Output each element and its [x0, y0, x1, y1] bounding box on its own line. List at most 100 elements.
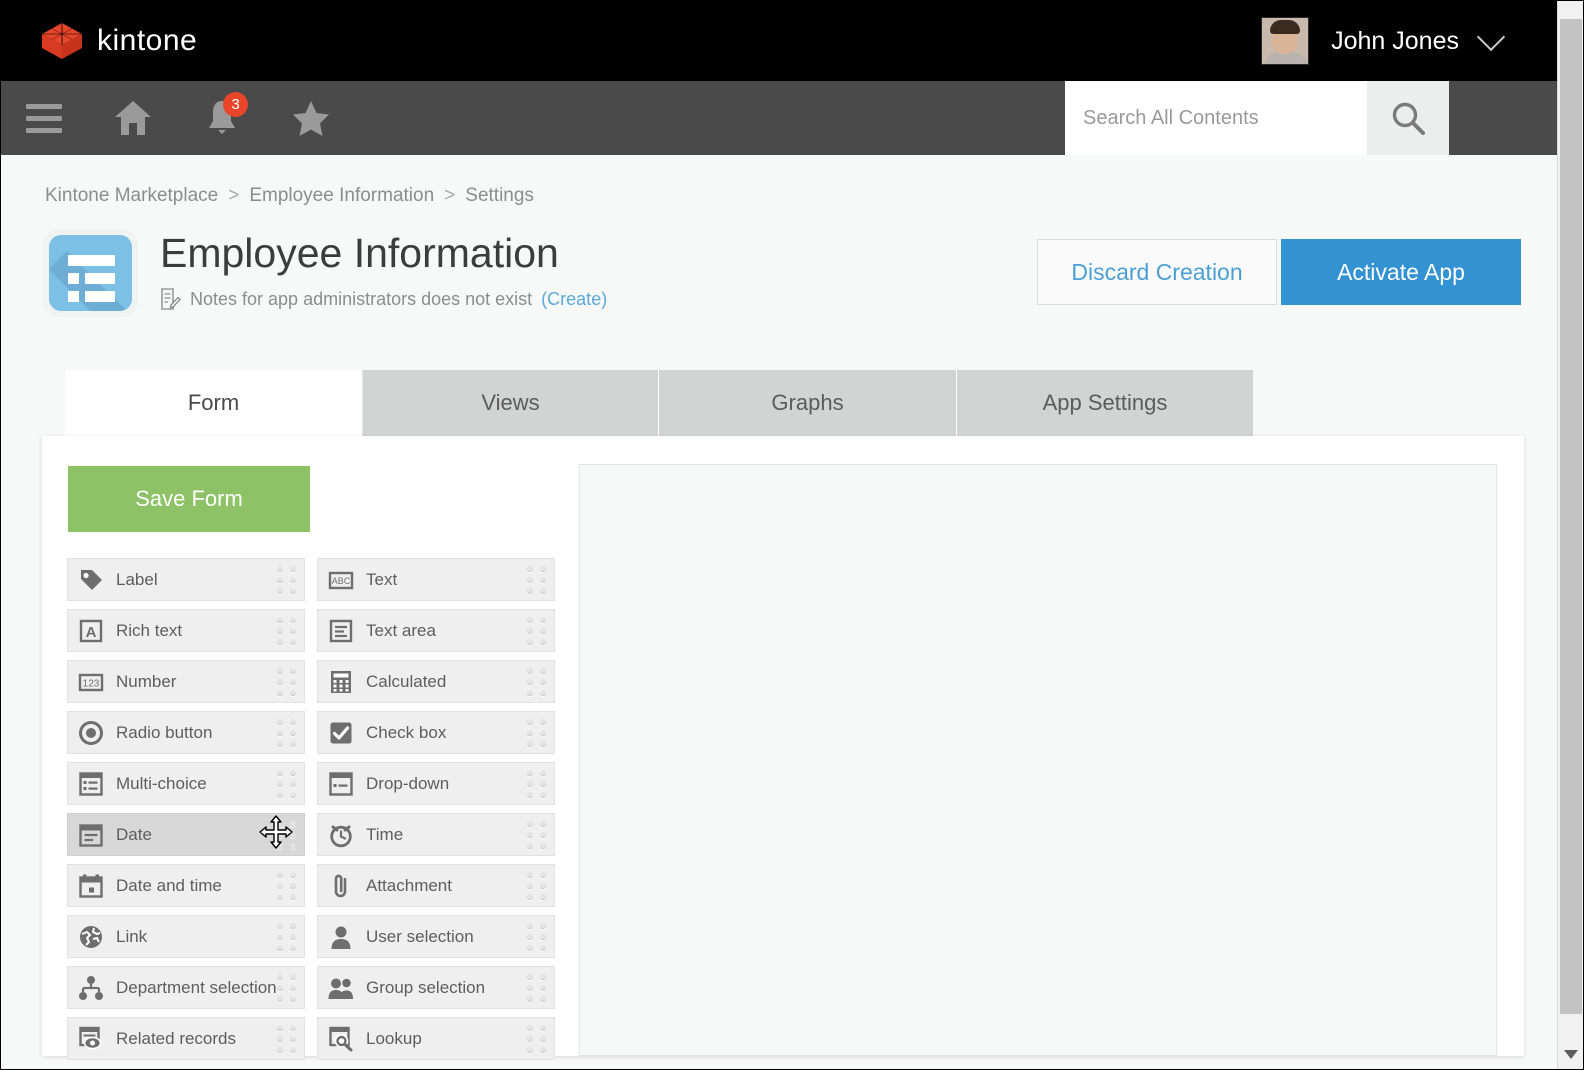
field-label-text: Lookup: [366, 1029, 422, 1049]
field-item-date[interactable]: Date: [67, 813, 305, 856]
abc-text-icon: ABC: [328, 567, 354, 593]
field-item-rich-text[interactable]: A Rich text: [67, 609, 305, 652]
notes-create-link[interactable]: (Create): [541, 289, 607, 310]
tab-app-settings[interactable]: App Settings: [957, 370, 1253, 436]
avatar[interactable]: [1261, 17, 1309, 65]
form-editor-panel: Save Form Label ABC: [42, 436, 1524, 1056]
field-item-user-selection[interactable]: User selection: [317, 915, 555, 958]
form-canvas[interactable]: [579, 464, 1497, 1056]
field-label-text: Number: [116, 672, 176, 692]
field-label-text: Text: [366, 570, 397, 590]
user-icon: [328, 924, 354, 950]
breadcrumb-item-marketplace[interactable]: Kintone Marketplace: [45, 185, 218, 207]
discard-creation-button[interactable]: Discard Creation: [1037, 239, 1277, 305]
drag-handle-dots-icon[interactable]: [527, 1025, 546, 1053]
tab-views[interactable]: Views: [363, 370, 659, 436]
field-item-number[interactable]: 123 Number: [67, 660, 305, 703]
scrollbar-thumb[interactable]: [1560, 19, 1582, 1014]
svg-text:ABC: ABC: [332, 576, 351, 586]
drag-handle-dots-icon[interactable]: [277, 770, 296, 798]
drag-handle-dots-icon[interactable]: [277, 668, 296, 696]
field-label-text: Drop-down: [366, 774, 449, 794]
field-item-group-selection[interactable]: Group selection: [317, 966, 555, 1009]
svg-text:123: 123: [83, 678, 100, 689]
field-item-link[interactable]: Link: [67, 915, 305, 958]
field-item-drop-down[interactable]: Drop-down: [317, 762, 555, 805]
drag-handle-dots-icon[interactable]: [277, 1025, 296, 1053]
scroll-down-arrow-icon[interactable]: [1564, 1050, 1578, 1059]
drag-handle-dots-icon[interactable]: [527, 923, 546, 951]
field-label-text: Check box: [366, 723, 446, 743]
drag-handle-dots-icon[interactable]: [277, 719, 296, 747]
bell-icon[interactable]: 3: [194, 90, 250, 146]
tab-form[interactable]: Form: [65, 370, 363, 436]
field-label-text: Time: [366, 825, 403, 845]
org-chart-icon: [78, 975, 104, 1001]
calendar-clock-icon: [78, 873, 104, 899]
drag-handle-dots-icon[interactable]: [277, 566, 296, 594]
field-item-attachment[interactable]: Attachment: [317, 864, 555, 907]
lookup-magnifier-icon: [328, 1026, 354, 1052]
brand-logo[interactable]: kintone: [41, 22, 197, 60]
globe-icon: [78, 924, 104, 950]
field-item-radio-button[interactable]: Radio button: [67, 711, 305, 754]
drag-handle-dots-icon[interactable]: [527, 974, 546, 1002]
clock-icon: [328, 822, 354, 848]
kintone-cube-logo-icon: [41, 22, 83, 60]
field-label-text: Date: [116, 825, 152, 845]
breadcrumb-separator: >: [228, 185, 239, 207]
search-button[interactable]: [1367, 81, 1449, 155]
hamburger-menu-icon[interactable]: [16, 90, 72, 146]
tab-graphs[interactable]: Graphs: [659, 370, 957, 436]
field-label-text: Rich text: [116, 621, 182, 641]
drag-handle-dots-icon[interactable]: [527, 617, 546, 645]
activate-app-button[interactable]: Activate App: [1281, 239, 1521, 305]
field-item-multi-choice[interactable]: Multi-choice: [67, 762, 305, 805]
field-palette: Label ABC Text A: [67, 558, 557, 1060]
svg-text:A: A: [86, 624, 97, 641]
drag-handle-dots-icon[interactable]: [527, 872, 546, 900]
field-label-text: Radio button: [116, 723, 212, 743]
field-item-related-records[interactable]: Related records: [67, 1017, 305, 1060]
drag-handle-dots-icon[interactable]: [527, 821, 546, 849]
app-header: Employee Information Notes for app admin…: [43, 229, 607, 317]
vertical-scrollbar[interactable]: [1557, 1, 1583, 1069]
field-item-check-box[interactable]: Check box: [317, 711, 555, 754]
star-icon[interactable]: [283, 90, 339, 146]
radio-button-icon: [78, 720, 104, 746]
app-list-icon: [43, 229, 138, 317]
number-123-icon: 123: [78, 669, 104, 695]
top-bar: kintone John Jones: [1, 1, 1559, 81]
field-item-text[interactable]: ABC Text: [317, 558, 555, 601]
chevron-down-icon[interactable]: [1477, 23, 1505, 51]
field-item-calculated[interactable]: Calculated: [317, 660, 555, 703]
drag-handle-dots-icon[interactable]: [277, 617, 296, 645]
drag-handle-dots-icon[interactable]: [277, 821, 296, 849]
drag-handle-dots-icon[interactable]: [277, 974, 296, 1002]
search-box: [1065, 81, 1449, 155]
drag-handle-dots-icon[interactable]: [277, 923, 296, 951]
tag-icon: [78, 567, 104, 593]
drag-handle-dots-icon[interactable]: [527, 770, 546, 798]
search-input[interactable]: [1065, 81, 1367, 155]
field-item-date-and-time[interactable]: Date and time: [67, 864, 305, 907]
field-item-department-selection[interactable]: Department selection: [67, 966, 305, 1009]
home-icon[interactable]: [105, 90, 161, 146]
field-item-label[interactable]: Label: [67, 558, 305, 601]
breadcrumb-item-app[interactable]: Employee Information: [249, 185, 434, 207]
save-form-button[interactable]: Save Form: [68, 466, 310, 532]
field-label-text: Calculated: [366, 672, 446, 692]
drag-handle-dots-icon[interactable]: [527, 668, 546, 696]
drag-handle-dots-icon[interactable]: [527, 719, 546, 747]
breadcrumb-item-settings[interactable]: Settings: [465, 185, 534, 207]
drag-handle-dots-icon[interactable]: [277, 872, 296, 900]
field-item-time[interactable]: Time: [317, 813, 555, 856]
related-records-icon: [78, 1026, 104, 1052]
field-item-text-area[interactable]: Text area: [317, 609, 555, 652]
notes-edit-icon: [160, 288, 181, 310]
user-menu[interactable]: John Jones: [1261, 1, 1501, 81]
field-item-lookup[interactable]: Lookup: [317, 1017, 555, 1060]
app-actions: Discard Creation Activate App: [1037, 239, 1521, 305]
page-title: Employee Information: [160, 231, 607, 276]
drag-handle-dots-icon[interactable]: [527, 566, 546, 594]
